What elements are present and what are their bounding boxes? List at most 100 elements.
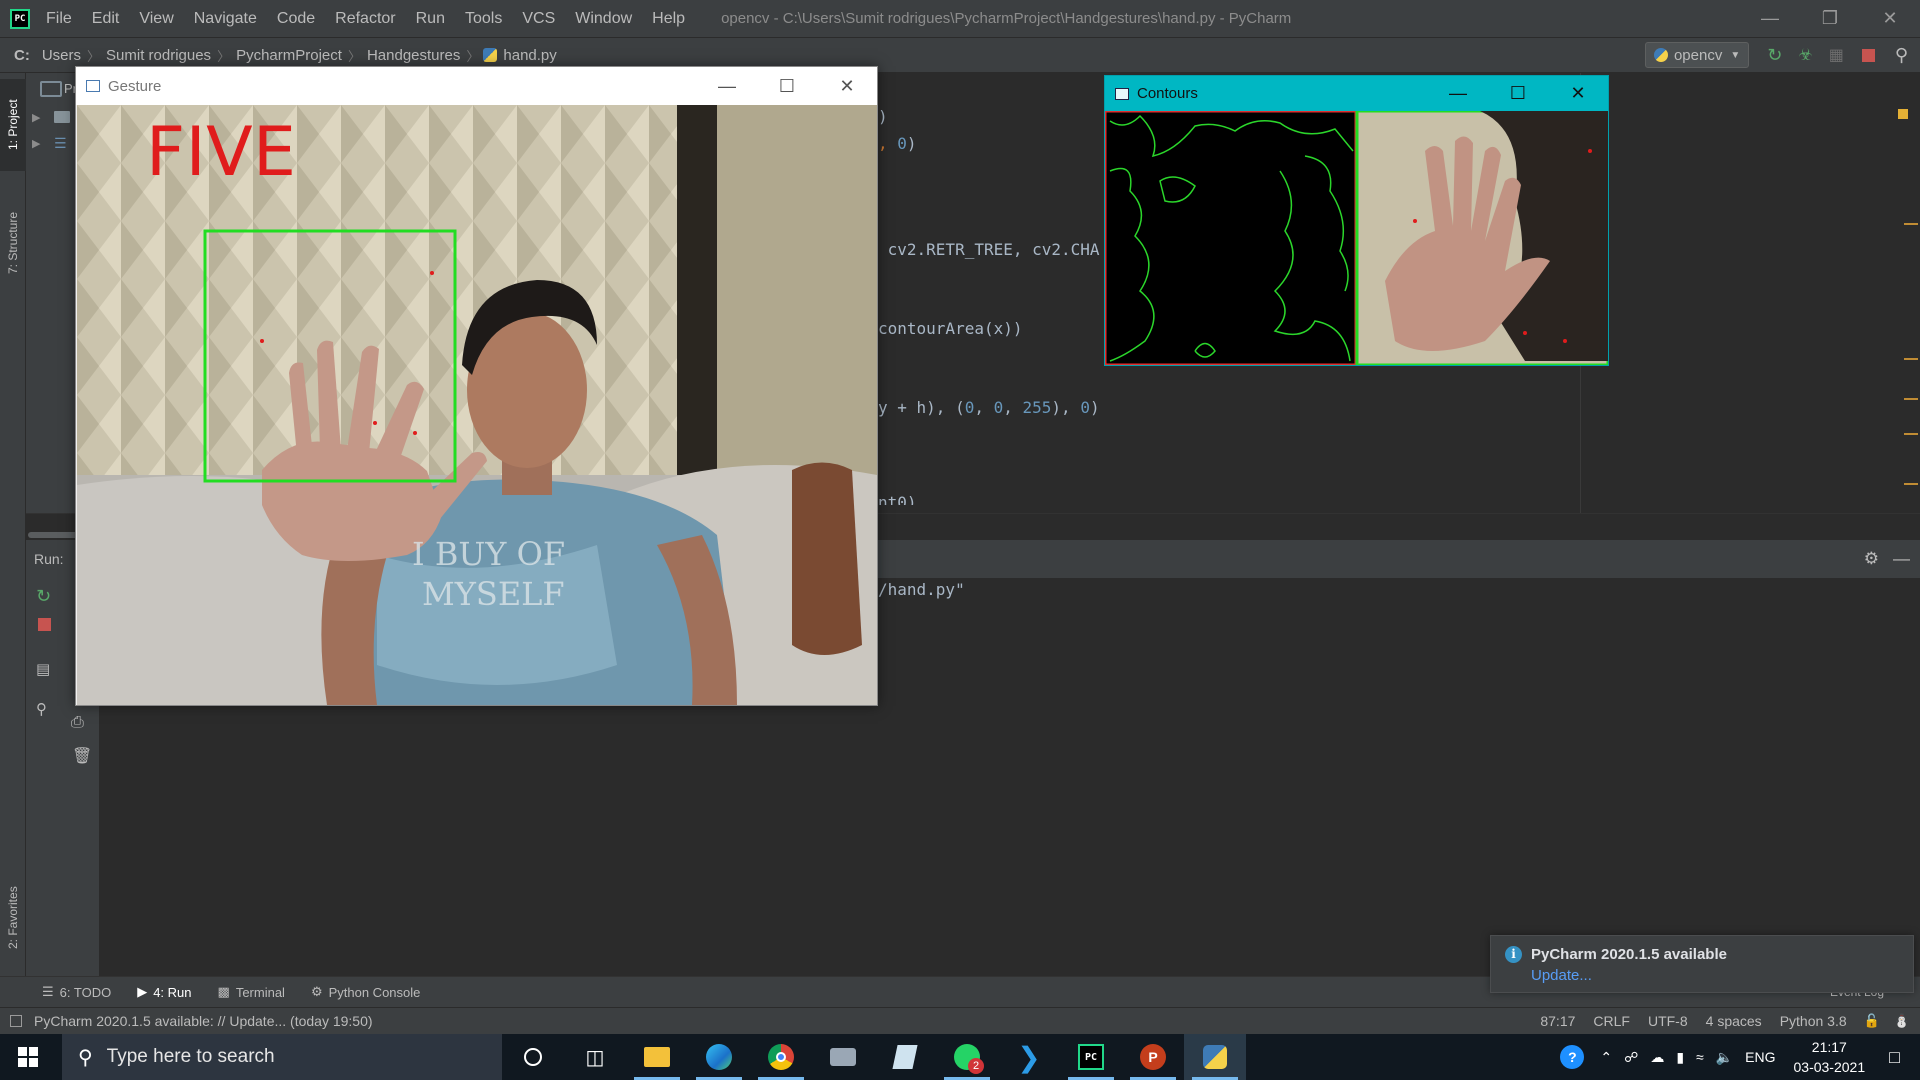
menu-run[interactable]: Run [406,0,455,37]
minimize-icon: — [1761,8,1779,28]
start-button[interactable] [0,1034,56,1080]
gesture-label: FIVE [146,113,296,192]
cortana-button[interactable] [502,1034,564,1080]
battery-icon[interactable]: ▮ [1670,1049,1690,1066]
trash-icon[interactable]: 🗑 [72,746,92,766]
breadcrumb-file[interactable]: hand.py [497,47,562,64]
breadcrumb-project[interactable]: PycharmProject [230,47,348,64]
close-button[interactable]: ✕ [1548,75,1608,112]
project-view-icon [40,81,62,97]
minimize-button[interactable]: — [697,68,757,105]
menu-view[interactable]: View [129,0,183,37]
python-console-tab[interactable]: ⚙ Python Console [305,984,426,1000]
menu-navigate[interactable]: Navigate [184,0,267,37]
scroll-thumb[interactable] [28,532,78,538]
close-button[interactable]: ✕ [1860,0,1920,37]
file-explorer-button[interactable] [626,1034,688,1080]
restore-button[interactable]: ❐ [1800,0,1860,37]
title-bar: PC File Edit View Navigate Code Refactor… [0,0,1920,37]
indent-setting[interactable]: 4 spaces [1706,1013,1762,1029]
layout-icon[interactable]: ▤ [36,660,50,678]
notes-button[interactable] [874,1034,936,1080]
breadcrumb-folder[interactable]: Handgestures [361,47,466,64]
hide-panel-icon[interactable]: — [1893,549,1910,569]
task-view-button[interactable]: ◫ [564,1034,626,1080]
menu-refactor[interactable]: Refactor [325,0,405,37]
language-indicator[interactable]: ENG [1739,1049,1781,1065]
edge-icon [706,1044,732,1070]
maximize-button[interactable]: ☐ [757,68,817,105]
vscode-button[interactable]: ❯ [998,1034,1060,1080]
inspection-warning-icon[interactable] [1898,109,1908,119]
maximize-button[interactable]: ☐ [1488,75,1548,112]
window-icon [86,80,100,92]
camera-button[interactable] [812,1034,874,1080]
line-separator[interactable]: CRLF [1593,1013,1630,1029]
shirt-print-text: I BUY OF [412,535,565,573]
breadcrumb-user[interactable]: Sumit rodrigues [100,47,217,64]
inspector-icon[interactable]: ⛄ [1894,1013,1910,1029]
lock-icon[interactable]: 🔓 [1864,1013,1880,1029]
pycharm-icon: PC [1078,1044,1104,1070]
gesture-titlebar[interactable]: Gesture — ☐ ✕ [76,67,877,105]
taskbar-search[interactable]: ⚲ Type here to search [62,1034,502,1080]
update-link[interactable]: Update... [1531,967,1592,984]
device-icon[interactable]: ☍ [1618,1049,1644,1066]
menu-window[interactable]: Window [565,0,642,37]
folder-icon [644,1047,670,1067]
menu-vcs[interactable]: VCS [512,0,565,37]
expand-arrow-icon[interactable]: ▶ [32,111,40,124]
clock[interactable]: 21:17 03-03-2021 [1782,1037,1878,1077]
cloud-icon[interactable]: ☁ [1644,1049,1670,1066]
rerun-icon[interactable]: ↻ [1767,45,1782,66]
powerpoint-button[interactable]: P [1122,1034,1184,1080]
contours-titlebar[interactable]: Contours — ☐ ✕ [1105,76,1608,111]
status-message[interactable]: PyCharm 2020.1.5 available: // Update...… [34,1013,373,1029]
structure-tool-tab[interactable]: 7: Structure [0,183,26,303]
whatsapp-button[interactable]: 2 [936,1034,998,1080]
chevron-up-icon[interactable]: ⌃ [1594,1049,1618,1066]
file-encoding[interactable]: UTF-8 [1648,1013,1688,1029]
caret-position[interactable]: 87:17 [1540,1013,1575,1029]
print-icon[interactable]: ⎙ [71,714,84,732]
favorites-tool-tab[interactable]: 2: Favorites [0,863,26,973]
gear-icon[interactable]: ⚙ [1864,549,1879,569]
menu-tools[interactable]: Tools [455,0,512,37]
python-button[interactable] [1184,1034,1246,1080]
chrome-button[interactable] [750,1034,812,1080]
coverage-icon[interactable]: ▦ [1829,45,1844,65]
run-config-selector[interactable]: opencv ▼ [1644,42,1750,68]
help-icon[interactable]: ? [1560,1045,1585,1069]
action-center-icon[interactable]: □ [1883,1047,1906,1068]
restore-icon: ❐ [1821,8,1839,28]
todo-tab[interactable]: ☰ 6: TODO [36,984,117,1000]
wifi-icon[interactable]: ≈ [1690,1049,1710,1065]
stop-icon[interactable] [38,618,51,631]
breadcrumb-drive[interactable]: C: [8,47,36,64]
search-icon[interactable]: ⚲ [1895,45,1908,66]
edge-button[interactable] [688,1034,750,1080]
rerun-icon[interactable]: ↻ [36,586,51,607]
clock-date: 03-03-2021 [1793,1059,1866,1075]
expand-arrow-icon[interactable]: ▶ [32,137,40,150]
minimize-button[interactable]: — [1428,75,1488,112]
breadcrumb-users[interactable]: Users [36,47,87,64]
debug-icon[interactable]: ☣ [1798,45,1812,65]
run-tab[interactable]: ▶ 4: Run [131,984,197,1000]
code-line: ) [878,107,888,126]
pin-icon[interactable]: ⚲ [36,700,47,718]
menu-file[interactable]: File [36,0,82,37]
menu-help[interactable]: Help [642,0,695,37]
menu-edit[interactable]: Edit [82,0,130,37]
project-tool-tab[interactable]: 1: Project [0,79,26,171]
panel-toggle-icon[interactable] [10,1015,22,1027]
pycharm-button[interactable]: PC [1060,1034,1122,1080]
terminal-tab[interactable]: ▩ Terminal [212,984,291,1000]
close-icon: ✕ [1882,8,1898,28]
close-button[interactable]: ✕ [817,68,877,105]
interpreter-status[interactable]: Python 3.8 [1780,1013,1847,1029]
minimize-button[interactable]: — [1740,0,1800,37]
stop-icon[interactable] [1861,48,1875,62]
volume-icon[interactable]: 🔈 [1710,1049,1739,1066]
menu-code[interactable]: Code [267,0,325,37]
